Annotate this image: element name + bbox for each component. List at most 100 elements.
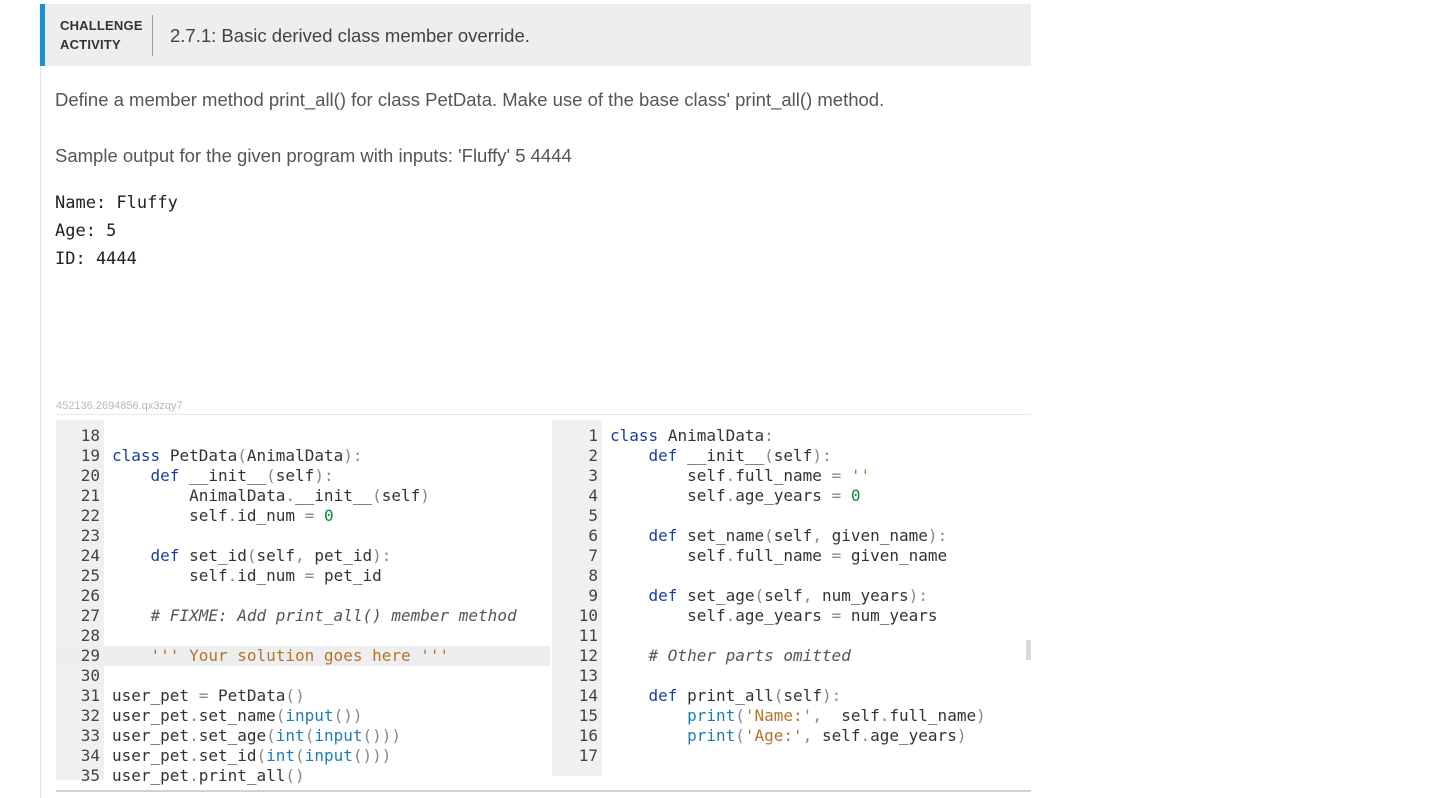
code-line[interactable]: 26 xyxy=(56,586,550,606)
line-number: 27 xyxy=(80,606,100,625)
code-text: def print_all(self): xyxy=(648,686,842,705)
code-text[interactable]: user_pet.print_all() xyxy=(112,766,305,786)
line-number: 30 xyxy=(80,666,100,685)
code-line: 8 xyxy=(552,566,1025,586)
sample-output-line-name: Name: Fluffy xyxy=(55,193,178,213)
code-text[interactable]: user_pet.set_name(input()) xyxy=(112,706,363,726)
code-text: def set_age(self, num_years): xyxy=(648,586,928,605)
line-number: 16 xyxy=(578,726,598,745)
activity-header: CHALLENGE ACTIVITY 2.7.1: Basic derived … xyxy=(40,4,1031,66)
line-number: 23 xyxy=(80,526,100,545)
code-line: 2 def __init__(self): xyxy=(552,446,1025,466)
line-number: 29 xyxy=(80,646,100,665)
editors-bottom-border xyxy=(56,790,1031,792)
line-number: 11 xyxy=(578,626,598,645)
line-number: 17 xyxy=(578,746,598,765)
header-accent-bar xyxy=(40,4,45,66)
code-text[interactable]: # FIXME: Add print_all() member method xyxy=(112,606,517,626)
code-text[interactable]: user_pet.set_id(int(input())) xyxy=(112,746,391,766)
code-line[interactable]: 27 # FIXME: Add print_all() member metho… xyxy=(56,606,550,626)
code-line[interactable]: 33 user_pet.set_age(int(input())) xyxy=(56,726,550,746)
code-text[interactable]: user_pet = PetData() xyxy=(112,686,305,706)
line-number: 26 xyxy=(80,586,100,605)
code-line: 10 self.age_years = num_years xyxy=(552,606,1025,626)
line-number: 2 xyxy=(588,446,598,465)
code-text: self.full_name = '' xyxy=(687,466,871,485)
code-line[interactable]: 18 xyxy=(56,426,550,446)
code-text[interactable]: def set_id(self, pet_id): xyxy=(112,546,392,566)
line-number: 31 xyxy=(80,686,100,705)
code-line[interactable]: 22 self.id_num = 0 xyxy=(56,506,550,526)
code-line[interactable]: 24 def set_id(self, pet_id): xyxy=(56,546,550,566)
code-line[interactable]: 30 xyxy=(56,666,550,686)
line-number: 15 xyxy=(578,706,598,725)
code-text: # Other parts omitted xyxy=(648,646,851,665)
code-line: 3 self.full_name = '' xyxy=(552,466,1025,486)
code-line: 16 print('Age:', self.age_years) xyxy=(552,726,1025,746)
code-text[interactable]: class PetData(AnimalData): xyxy=(112,446,363,466)
code-text[interactable]: def __init__(self): xyxy=(112,466,334,486)
activity-id: 452136.2694856.qx3zqy7 xyxy=(56,400,183,412)
code-line[interactable]: 21 AnimalData.__init__(self) xyxy=(56,486,550,506)
code-line: 7 self.full_name = given_name xyxy=(552,546,1025,566)
line-number: 28 xyxy=(80,626,100,645)
code-line[interactable]: 20 def __init__(self): xyxy=(56,466,550,486)
line-number: 14 xyxy=(578,686,598,705)
code-line[interactable]: 31 user_pet = PetData() xyxy=(56,686,550,706)
label-line-1: CHALLENGE xyxy=(60,18,143,33)
code-line[interactable]: 23 xyxy=(56,526,550,546)
line-number: 9 xyxy=(588,586,598,605)
editor-scrollbar[interactable] xyxy=(1026,640,1031,660)
sample-output-line-age: Age: 5 xyxy=(55,221,117,241)
code-line: 13 xyxy=(552,666,1025,686)
code-line: 14 def print_all(self): xyxy=(552,686,1025,706)
code-line: 17 xyxy=(552,746,1025,766)
code-text[interactable]: self.id_num = pet_id xyxy=(112,566,382,586)
code-text[interactable]: user_pet.set_age(int(input())) xyxy=(112,726,401,746)
line-number: 32 xyxy=(80,706,100,725)
line-number: 35 xyxy=(80,766,100,785)
line-number: 25 xyxy=(80,566,100,585)
editors-divider xyxy=(56,414,1031,415)
code-text: class AnimalData: xyxy=(610,426,774,445)
code-line[interactable]: 34 user_pet.set_id(int(input())) xyxy=(56,746,550,766)
code-text[interactable]: self.id_num = 0 xyxy=(112,506,334,526)
code-text[interactable]: ''' Your solution goes here ''' xyxy=(112,646,450,666)
line-number: 6 xyxy=(588,526,598,545)
student-code-editor[interactable]: 18 19 class PetData(AnimalData): 20 def __i… xyxy=(56,420,550,785)
code-line[interactable]: 32 user_pet.set_name(input()) xyxy=(56,706,550,726)
line-number: 5 xyxy=(588,506,598,525)
line-number: 7 xyxy=(588,546,598,565)
code-line[interactable]: 25 self.id_num = pet_id xyxy=(56,566,550,586)
code-text: def set_name(self, given_name): xyxy=(648,526,948,545)
code-line: 11 xyxy=(552,626,1025,646)
sample-output-line-id: ID: 4444 xyxy=(55,249,137,269)
code-line: 15 print('Name:', self.full_name) xyxy=(552,706,1025,726)
line-number: 20 xyxy=(80,466,100,485)
code-line: 4 self.age_years = 0 xyxy=(552,486,1025,506)
line-number: 8 xyxy=(588,566,598,585)
line-number: 13 xyxy=(578,666,598,685)
panel-border xyxy=(40,66,41,798)
code-line[interactable]: 29 ''' Your solution goes here ''' xyxy=(56,646,550,666)
code-line: 5 xyxy=(552,506,1025,526)
line-number: 4 xyxy=(588,486,598,505)
line-number: 19 xyxy=(80,446,100,465)
base-class-code-viewer: 1 class AnimalData: 2 def __init__(self): 3… xyxy=(552,420,1025,776)
line-number: 21 xyxy=(80,486,100,505)
code-line[interactable]: 28 xyxy=(56,626,550,646)
code-text: self.age_years = num_years xyxy=(687,606,938,625)
code-line[interactable]: 19 class PetData(AnimalData): xyxy=(56,446,550,466)
code-line: 9 def set_age(self, num_years): xyxy=(552,586,1025,606)
line-number: 12 xyxy=(578,646,598,665)
line-number: 22 xyxy=(80,506,100,525)
line-number: 18 xyxy=(80,426,100,445)
line-number: 34 xyxy=(80,746,100,765)
header-divider xyxy=(152,15,153,56)
code-text[interactable]: AnimalData.__init__(self) xyxy=(112,486,430,506)
line-number: 10 xyxy=(578,606,598,625)
code-text: def __init__(self): xyxy=(648,446,832,465)
activity-title: 2.7.1: Basic derived class member overri… xyxy=(170,25,530,46)
instructions-text: Define a member method print_all() for c… xyxy=(55,89,885,110)
code-line[interactable]: 35 user_pet.print_all() xyxy=(56,766,550,786)
